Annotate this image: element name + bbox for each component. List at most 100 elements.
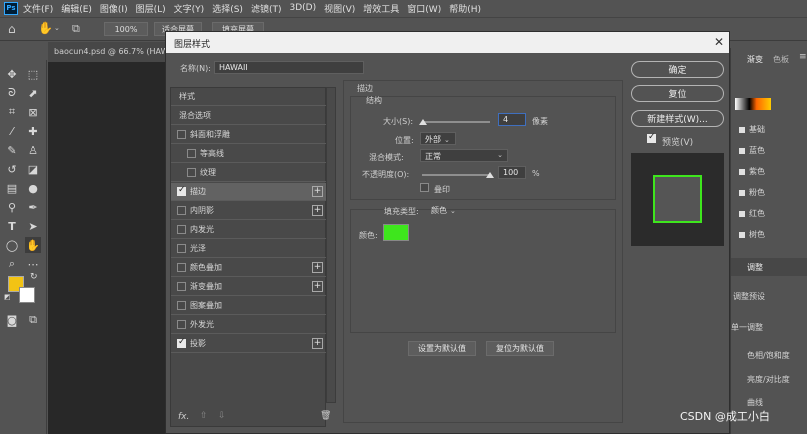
gradient-folder-basic[interactable]: 基础 [739, 124, 765, 135]
style-item[interactable]: 斜面和浮雕 [171, 126, 327, 144]
style-checkbox[interactable] [177, 282, 186, 291]
style-checkbox[interactable] [177, 225, 186, 234]
fx-icon[interactable]: fx. [178, 412, 189, 422]
opacity-slider-thumb[interactable] [486, 172, 494, 178]
style-item[interactable]: 光泽 [171, 240, 327, 258]
new-style-button[interactable]: 新建样式(W)... [631, 110, 724, 127]
menu-3d[interactable]: 3D(D) [289, 3, 316, 13]
quick-mask-icon[interactable]: ◙ [4, 312, 20, 328]
history-brush-tool-icon[interactable]: ↺ [4, 161, 20, 177]
close-icon[interactable]: ✕ [711, 34, 727, 50]
add-effect-icon[interactable]: + [312, 186, 323, 197]
style-item[interactable]: 投影 + [171, 335, 327, 353]
menu-select[interactable]: 选择(S) [212, 2, 243, 15]
menu-view[interactable]: 视图(V) [324, 2, 355, 15]
menu-edit[interactable]: 编辑(E) [61, 2, 92, 15]
style-item[interactable]: 混合选项 [171, 107, 327, 125]
set-default-button[interactable]: 设置为默认值 [408, 341, 476, 356]
type-tool-icon[interactable]: T [4, 218, 20, 234]
hand-tool-icon[interactable]: ✋ [38, 21, 53, 35]
adjust-brightness-contrast[interactable]: 亮度/对比度 [747, 374, 790, 385]
tab-gradients[interactable]: 渐变 [747, 54, 763, 65]
home-icon[interactable]: ⌂ [8, 22, 16, 36]
style-checkbox[interactable] [177, 301, 186, 310]
dodge-tool-icon[interactable]: ⚲ [4, 199, 20, 215]
style-item[interactable]: 图案叠加 [171, 297, 327, 315]
zoom-tool-icon[interactable]: ⌕ [4, 256, 20, 272]
position-select[interactable]: 外部 ⌄ [420, 132, 456, 145]
add-effect-icon[interactable]: + [312, 338, 323, 349]
screen-mode-icon[interactable]: ⧉ [25, 312, 41, 328]
adjust-curves[interactable]: 曲线 [747, 397, 763, 408]
add-effect-icon[interactable]: + [312, 262, 323, 273]
gradient-folder-purple[interactable]: 紫色 [739, 166, 765, 177]
style-checkbox[interactable] [177, 185, 186, 196]
tab-swatches[interactable]: 色板 [773, 54, 789, 65]
move-tool-icon[interactable]: ✥ [4, 66, 20, 82]
swap-colors-icon[interactable]: ↻ [30, 272, 38, 282]
gradient-folder-red[interactable]: 红色 [739, 208, 765, 219]
clone-stamp-tool-icon[interactable]: ♙ [25, 142, 41, 158]
eyedropper-tool-icon[interactable]: ⁄ [4, 123, 20, 139]
style-checkbox[interactable] [177, 206, 186, 215]
chevron-down-icon[interactable]: ⌄ [54, 24, 60, 32]
size-slider-track[interactable] [422, 121, 490, 123]
frame-tool-icon[interactable]: ⊠ [25, 104, 41, 120]
brush-tool-icon[interactable]: ✎ [4, 142, 20, 158]
marquee-tool-icon[interactable]: ⬚ [25, 66, 41, 82]
adjust-hue-saturation[interactable]: 色相/饱和度 [747, 350, 790, 361]
size-slider-thumb[interactable] [419, 119, 428, 125]
stroke-color-swatch[interactable] [383, 224, 409, 241]
styles-list-scrollbar[interactable] [326, 87, 336, 403]
menu-window[interactable]: 窗口(W) [407, 2, 441, 15]
trash-icon[interactable]: 🗑 [320, 411, 331, 421]
quick-select-tool-icon[interactable]: ⬈ [25, 85, 41, 101]
reset-button[interactable]: 复位 [631, 85, 724, 102]
style-item[interactable]: 内阴影 + [171, 202, 327, 220]
style-item[interactable]: 颜色叠加 + [171, 259, 327, 277]
move-down-icon[interactable]: ⇩ [218, 411, 226, 421]
size-field[interactable]: 4 [498, 113, 526, 126]
zoom-100-button[interactable]: 100% [104, 22, 148, 36]
add-effect-icon[interactable]: + [312, 281, 323, 292]
tab-adjustments[interactable]: 调整 [747, 262, 763, 273]
crop-tool-icon[interactable]: ⌗ [4, 104, 20, 120]
style-item[interactable]: 描边 + [171, 183, 327, 201]
blend-mode-select[interactable]: 正常 ⌄ [420, 149, 508, 162]
menu-type[interactable]: 文字(Y) [174, 2, 205, 15]
layer-name-field[interactable]: HAWAII [214, 61, 364, 74]
preview-checkbox[interactable] [647, 132, 656, 146]
fill-type-select[interactable]: 颜色 ⌄ [428, 204, 464, 217]
style-item[interactable]: 渐变叠加 + [171, 278, 327, 296]
style-item[interactable]: 纹理 [171, 164, 327, 182]
path-select-tool-icon[interactable]: ➤ [25, 218, 41, 234]
overprint-checkbox[interactable] [420, 183, 433, 195]
style-checkbox[interactable] [177, 263, 186, 272]
background-color-swatch[interactable] [19, 287, 35, 303]
menu-plugins[interactable]: 增效工具 [363, 2, 399, 15]
style-item[interactable]: 内发光 [171, 221, 327, 239]
menu-image[interactable]: 图像(I) [100, 2, 128, 15]
style-item[interactable]: 外发光 [171, 316, 327, 334]
panel-menu-icon[interactable]: ≡ [799, 52, 807, 62]
hand-tool-active-icon[interactable]: ✋ [25, 237, 41, 253]
style-checkbox[interactable] [177, 337, 186, 348]
document-tab[interactable]: baocun4.psd @ 66.7% (HAW [48, 42, 166, 62]
healing-brush-tool-icon[interactable]: ✚ [25, 123, 41, 139]
recent-gradients-strip[interactable] [735, 98, 771, 110]
pen-tool-icon[interactable]: ✒ [25, 199, 41, 215]
reset-default-button[interactable]: 复位为默认值 [486, 341, 554, 356]
menu-filter[interactable]: 滤镜(T) [251, 2, 282, 15]
style-checkbox[interactable] [187, 149, 196, 158]
eraser-tool-icon[interactable]: ◪ [25, 161, 41, 177]
move-up-icon[interactable]: ⇧ [200, 411, 208, 421]
gradient-folder-blue[interactable]: 蓝色 [739, 145, 765, 156]
menu-help[interactable]: 帮助(H) [449, 2, 481, 15]
more-tools-icon[interactable]: ⋯ [25, 256, 41, 272]
blur-tool-icon[interactable]: ● [25, 180, 41, 196]
style-checkbox[interactable] [177, 244, 186, 253]
style-item[interactable]: 等高线 [171, 145, 327, 163]
gradient-folder-tree[interactable]: 树色 [739, 229, 765, 240]
style-checkbox[interactable] [177, 320, 186, 329]
opacity-slider-track[interactable] [422, 174, 490, 176]
